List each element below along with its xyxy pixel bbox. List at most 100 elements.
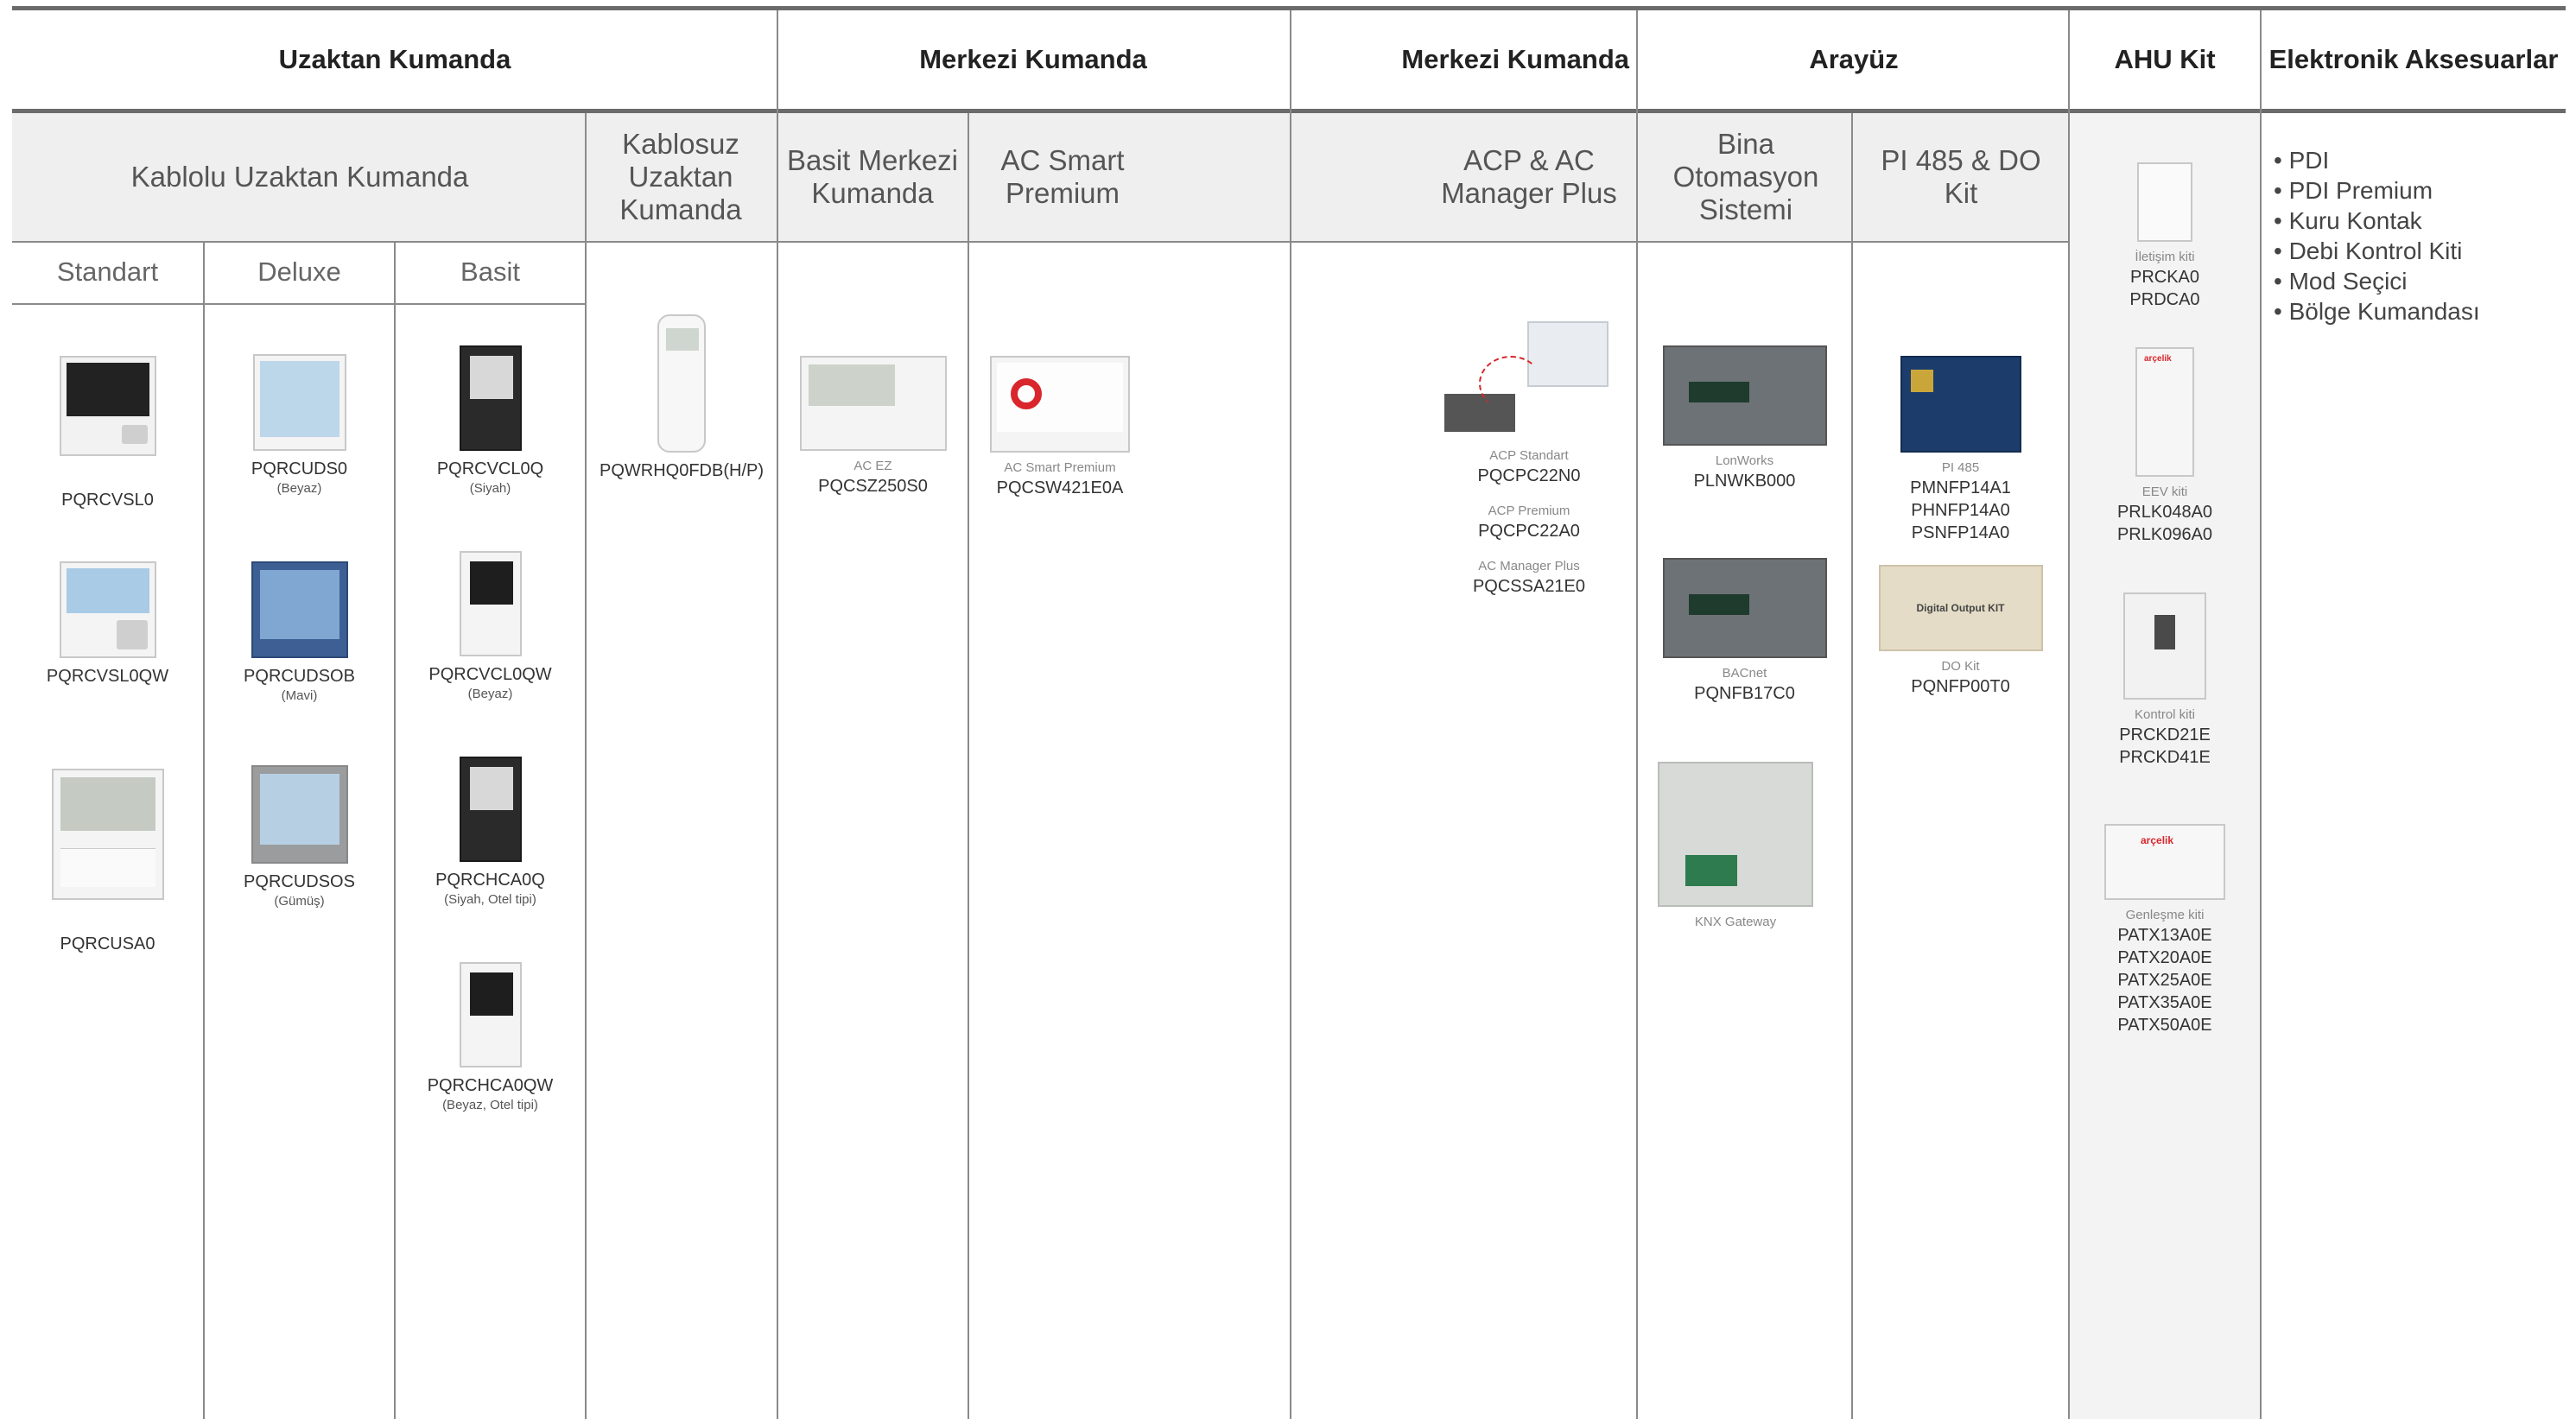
accessory-item: • PDI xyxy=(2274,147,2330,174)
brand-logo: arçelik xyxy=(2144,354,2172,364)
product-note: (Beyaz, Otel tipi) xyxy=(442,1098,538,1112)
touch-panel-image xyxy=(990,356,1130,453)
divider-v2 xyxy=(1290,10,1291,1419)
product-code: PQRCVCL0QW xyxy=(428,665,552,684)
divider-v7 xyxy=(968,113,969,1419)
product-caption: AC Smart Premium xyxy=(1004,460,1116,475)
type-deluxe: Deluxe xyxy=(257,257,341,287)
accessory-item: • Bölge Kumandası xyxy=(2274,298,2480,325)
product-code: PRCKA0 xyxy=(2129,268,2200,287)
acp-system-image xyxy=(1444,321,1614,440)
product-caption: AC Manager Plus xyxy=(1478,559,1580,573)
product-caption: EEV kiti xyxy=(2141,485,2188,499)
product-code: PQCSW421E0A xyxy=(996,478,1124,497)
header-elektronik-aksesuarlar: Elektronik Aksesuarlar xyxy=(2268,44,2559,74)
kontrol-kiti-image xyxy=(2123,592,2206,700)
product-eev-kiti: arçelik EEV kiti PRLK048A0 PRLK096A0 xyxy=(2070,347,2260,546)
product-code: PQRCUDSOS xyxy=(244,872,355,891)
pi485-board-image xyxy=(1900,356,2021,453)
product-pqrcvsl0qw: PQRCVSL0QW xyxy=(12,561,203,687)
product-caption: ACP Premium xyxy=(1488,504,1570,518)
product-caption: Kontrol kiti xyxy=(2134,707,2196,722)
accessory-item: • Kuru Kontak xyxy=(2274,207,2422,234)
product-code: PQRCUDSOB xyxy=(244,667,355,686)
product-code: PRCKD41E xyxy=(2119,748,2211,767)
product-code: PQNFP00T0 xyxy=(1911,677,2010,696)
wired-remote-image xyxy=(251,561,348,658)
product-note: (Siyah, Otel tipi) xyxy=(444,892,536,907)
product-code: PRCKD21E xyxy=(2119,725,2211,744)
product-pqnfp00t0: Digital Output KIT DO Kit PQNFP00T0 xyxy=(1853,565,2068,698)
knx-gateway-image xyxy=(1658,762,1813,907)
divider-v5 xyxy=(2260,10,2262,1419)
product-knx-gateway: KNX Gateway xyxy=(1638,762,1833,931)
type-basit: Basit xyxy=(460,257,520,287)
product-caption: ACP Standart xyxy=(1489,448,1569,463)
product-caption: Genleşme kiti xyxy=(2125,908,2205,922)
accessory-item: • Debi Kontrol Kiti xyxy=(2274,238,2463,264)
product-pqrcudsob: PQRCUDSOB (Mavi) xyxy=(205,561,394,705)
product-code: PQCPC22N0 xyxy=(1477,466,1581,485)
subheader-kablolu: Kablolu Uzaktan Kumanda xyxy=(130,161,469,193)
wired-remote-image xyxy=(459,757,522,862)
product-pqrcvcl0q: PQRCVCL0Q (Siyah) xyxy=(396,345,585,497)
product-plnwkb000: LonWorks PLNWKB000 xyxy=(1638,345,1851,492)
product-code: PATX20A0E xyxy=(2117,948,2212,967)
divider-v1 xyxy=(777,10,778,1419)
product-code: PATX50A0E xyxy=(2117,1016,2212,1035)
product-code: PQRCVSL0QW xyxy=(46,667,169,686)
product-acp-group: ACP Standart PQCPC22N0 ACP Premium PQCPC… xyxy=(1434,321,1624,598)
type-standart: Standart xyxy=(56,257,159,287)
product-pqrcvsl0: PQRCVSL0 xyxy=(12,356,203,511)
product-code: PSNFP14A0 xyxy=(1911,523,2010,542)
product-code: PQCPC22A0 xyxy=(1478,522,1580,541)
type-row-divider xyxy=(12,303,586,305)
central-controller-image xyxy=(799,356,947,451)
product-note: (Beyaz) xyxy=(467,687,513,701)
product-code: PQRCUDS0 xyxy=(251,459,348,478)
product-code: PRLK096A0 xyxy=(2116,525,2213,544)
product-code: PRDCA0 xyxy=(2129,290,2200,309)
header-merkezi-kumanda-1: Merkezi Kumanda xyxy=(919,44,1147,74)
product-pqrcusa0: PQRCUSA0 xyxy=(12,769,203,955)
eev-kiti-image: arçelik xyxy=(2135,347,2194,477)
product-caption: PI 485 xyxy=(1941,460,1980,475)
subheader-pi485: PI 485 & DO Kit xyxy=(1881,144,2041,209)
product-note: (Mavi) xyxy=(281,688,318,703)
subheader-bottom-divider xyxy=(586,241,2070,243)
product-code: PATX13A0E xyxy=(2117,926,2212,945)
wired-remote-image xyxy=(459,962,522,1067)
iletisim-kiti-image xyxy=(2137,162,2192,242)
divider-v8 xyxy=(1851,113,1853,1419)
header-uzaktan-kumanda: Uzaktan Kumanda xyxy=(278,44,511,74)
product-caption: AC EZ xyxy=(853,459,892,473)
product-pqrcvcl0qw: PQRCVCL0QW (Beyaz) xyxy=(396,551,585,703)
subheader-bina: Bina Otomasyon Sistemi xyxy=(1672,128,1819,225)
product-pqrcuds0: PQRCUDS0 (Beyaz) xyxy=(205,354,394,497)
wireless-remote-image xyxy=(657,314,706,453)
product-code: PLNWKB000 xyxy=(1693,472,1796,491)
wired-remote-image xyxy=(59,356,156,456)
product-code: PQWRHQ0FDB(H/P) xyxy=(600,461,764,480)
product-note: (Gümüş) xyxy=(274,894,325,909)
product-pqnfb17c0: BACnet PQNFB17C0 xyxy=(1638,558,1851,705)
product-code: PATX35A0E xyxy=(2117,993,2212,1012)
wired-remote-image xyxy=(59,561,156,658)
product-pqrchca0qw: PQRCHCA0QW (Beyaz, Otel tipi) xyxy=(396,962,585,1114)
wired-remote-image xyxy=(459,551,522,656)
product-iletisim-kiti: İletişim kiti PRCKA0 PRDCA0 xyxy=(2070,162,2260,311)
product-genlesme-kiti: arçelik Genleşme kiti PATX13A0E PATX20A0… xyxy=(2070,824,2260,1036)
wired-remote-image xyxy=(459,345,522,451)
product-note: (Siyah) xyxy=(469,481,511,496)
product-pqwrhq0fdb: PQWRHQ0FDB(H/P) xyxy=(587,314,777,482)
product-code: PQNFB17C0 xyxy=(1694,684,1795,703)
product-code: PQCSZ250S0 xyxy=(818,477,928,496)
product-caption: İletişim kiti xyxy=(2135,250,2195,264)
product-pqrcudsos: PQRCUDSOS (Gümüş) xyxy=(205,765,394,910)
product-code: PQRCVCL0Q xyxy=(436,459,544,478)
subheader-acp: ACP & AC Manager Plus xyxy=(1441,144,1617,209)
product-code: PQRCHCA0QW xyxy=(427,1076,554,1095)
product-caption: DO Kit xyxy=(1941,659,1980,674)
product-pqcsw421e0a: AC Smart Premium PQCSW421E0A xyxy=(969,356,1151,499)
divider-v3 xyxy=(1636,10,1638,1419)
